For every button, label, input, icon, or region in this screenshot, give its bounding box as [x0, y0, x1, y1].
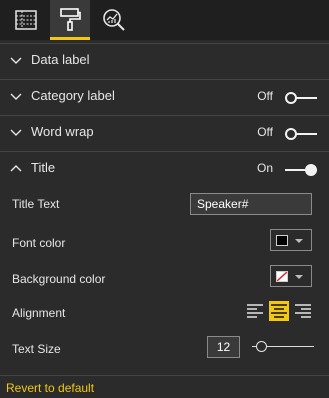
toggle-state-label: Off — [257, 89, 273, 103]
tab-fields[interactable] — [6, 0, 46, 40]
font-color-picker[interactable] — [270, 229, 312, 251]
caret-down-icon — [295, 239, 303, 243]
section-title: Category label — [31, 88, 115, 103]
analytics-magnifier-icon — [102, 8, 126, 32]
toggle-state-label: Off — [257, 125, 273, 139]
chevron-down-icon — [10, 127, 22, 137]
background-color-picker[interactable] — [270, 265, 312, 287]
color-swatch — [276, 235, 288, 246]
slider-thumb[interactable] — [256, 341, 267, 352]
section-title: Data label — [31, 52, 90, 67]
divider — [0, 375, 329, 376]
chevron-down-icon — [10, 91, 22, 101]
title-text-label: Title Text — [12, 197, 60, 211]
toggle-knob — [285, 92, 297, 104]
text-size-slider[interactable] — [252, 341, 314, 353]
section-data-label[interactable]: Data label — [0, 43, 329, 76]
category-label-toggle[interactable] — [285, 92, 317, 104]
paint-roller-icon — [59, 7, 81, 31]
background-color-label: Background color — [12, 272, 106, 286]
title-toggle[interactable] — [285, 164, 317, 176]
section-category-label[interactable]: Category label Off — [0, 79, 329, 112]
section-title-expanded[interactable]: Title On — [0, 151, 329, 184]
align-center-button[interactable] — [269, 301, 289, 321]
pane-tab-bar — [0, 0, 329, 40]
chevron-up-icon — [10, 163, 22, 173]
section-title: Word wrap — [31, 124, 94, 139]
chevron-down-icon — [10, 55, 22, 65]
toggle-state-label: On — [256, 161, 273, 175]
text-size-input[interactable]: 12 — [207, 336, 240, 358]
section-title: Title — [31, 160, 56, 175]
fields-icon — [15, 10, 37, 30]
tab-format[interactable] — [50, 0, 90, 40]
align-right-button[interactable] — [293, 301, 313, 321]
align-center-icon — [269, 301, 289, 321]
word-wrap-toggle[interactable] — [285, 128, 317, 140]
align-right-icon — [293, 301, 313, 321]
tab-analytics[interactable] — [94, 0, 134, 40]
align-left-icon — [245, 301, 265, 321]
title-text-input[interactable] — [190, 193, 312, 215]
text-size-label: Text Size — [12, 342, 61, 356]
font-color-label: Font color — [12, 236, 66, 250]
toggle-knob — [305, 164, 317, 176]
revert-to-default-link[interactable]: Revert to default — [6, 381, 94, 395]
alignment-label: Alignment — [12, 306, 66, 320]
align-left-button[interactable] — [245, 301, 265, 321]
toggle-knob — [285, 128, 297, 140]
no-color-swatch — [276, 271, 288, 282]
section-word-wrap[interactable]: Word wrap Off — [0, 115, 329, 148]
caret-down-icon — [295, 275, 303, 279]
